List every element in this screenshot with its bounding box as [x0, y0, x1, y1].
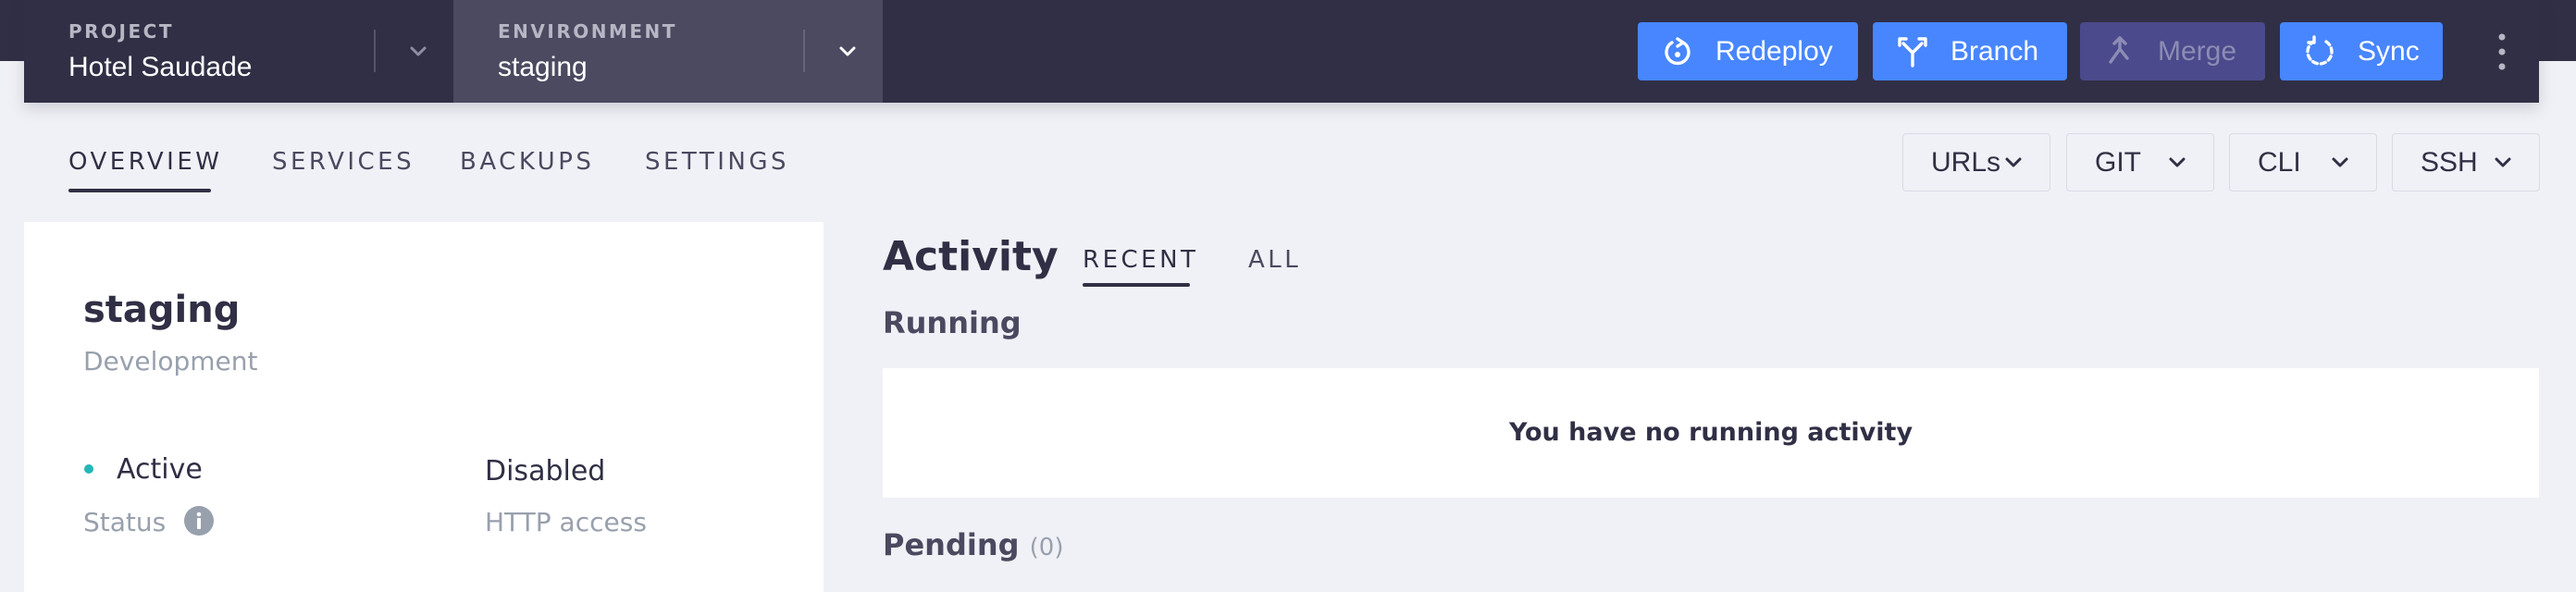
urls-dropdown[interactable]: URLs	[1902, 133, 2050, 191]
status-value: Active	[117, 453, 203, 486]
selector-divider	[374, 30, 376, 72]
chevron-down-icon	[2005, 157, 2022, 167]
pending-heading-label: Pending	[883, 527, 1020, 562]
chevron-down-icon	[2332, 157, 2348, 167]
tab-services[interactable]: SERVICES	[272, 148, 415, 176]
running-empty-message: You have no running activity	[1508, 418, 1913, 447]
project-name: Hotel Saudade	[68, 52, 253, 82]
branch-label: Branch	[1951, 35, 2039, 67]
running-heading: Running	[883, 305, 1022, 340]
merge-button[interactable]: Merge	[2080, 22, 2265, 80]
urls-dropdown-label: URLs	[1931, 147, 2001, 178]
environment-title: staging	[83, 289, 241, 331]
sync-icon	[2306, 34, 2334, 66]
sync-button[interactable]: Sync	[2280, 22, 2443, 80]
redeploy-label: Redeploy	[1715, 35, 1833, 67]
active-activity-tab-indicator	[1083, 283, 1190, 287]
project-label: PROJECT	[68, 20, 174, 43]
http-access-label: HTTP access	[485, 507, 647, 537]
status-label: Status	[83, 507, 167, 537]
environment-header: PROJECT Hotel Saudade ENVIRONMENT stagin…	[24, 0, 2539, 103]
environment-type: Development	[83, 346, 258, 376]
status-indicator-dot	[84, 464, 93, 474]
cli-dropdown[interactable]: CLI	[2229, 133, 2377, 191]
info-icon[interactable]	[183, 505, 215, 536]
branch-icon	[1898, 36, 1927, 68]
ssh-dropdown-label: SSH	[2421, 147, 2478, 178]
selector-divider	[803, 30, 805, 72]
kebab-menu-icon[interactable]	[2485, 28, 2519, 76]
pending-count: (0)	[1029, 534, 1064, 561]
pending-heading: Pending (0)	[883, 527, 1063, 562]
chevron-down-icon[interactable]	[833, 37, 862, 67]
git-dropdown-label: GIT	[2095, 147, 2141, 178]
chevron-down-icon	[2495, 157, 2511, 167]
tab-all[interactable]: ALL	[1248, 246, 1301, 274]
environment-label: ENVIRONMENT	[498, 20, 677, 43]
activity-title: Activity	[883, 233, 1059, 280]
redeploy-icon	[1665, 36, 1690, 65]
active-tab-indicator	[68, 189, 211, 192]
ssh-dropdown[interactable]: SSH	[2392, 133, 2540, 191]
environment-info-card: staging Development Active Status Disabl…	[24, 222, 824, 592]
branch-button[interactable]: Branch	[1873, 22, 2067, 80]
tab-recent[interactable]: RECENT	[1083, 246, 1198, 274]
environment-name: staging	[498, 52, 588, 82]
tab-overview[interactable]: OVERVIEW	[68, 148, 222, 176]
http-access-value: Disabled	[485, 455, 606, 487]
tab-backups[interactable]: BACKUPS	[460, 148, 594, 176]
cli-dropdown-label: CLI	[2258, 147, 2301, 178]
chevron-down-icon	[2169, 157, 2186, 167]
redeploy-button[interactable]: Redeploy	[1638, 22, 1858, 80]
project-selector[interactable]: PROJECT Hotel Saudade	[24, 0, 453, 103]
environment-selector[interactable]: ENVIRONMENT staging	[453, 0, 883, 103]
git-dropdown[interactable]: GIT	[2066, 133, 2214, 191]
merge-label: Merge	[2158, 35, 2237, 67]
chevron-down-icon[interactable]	[403, 37, 433, 67]
running-activity-panel: You have no running activity	[883, 368, 2539, 498]
tab-settings[interactable]: SETTINGS	[645, 148, 789, 176]
sync-label: Sync	[2358, 35, 2420, 67]
merge-icon	[2109, 35, 2129, 64]
